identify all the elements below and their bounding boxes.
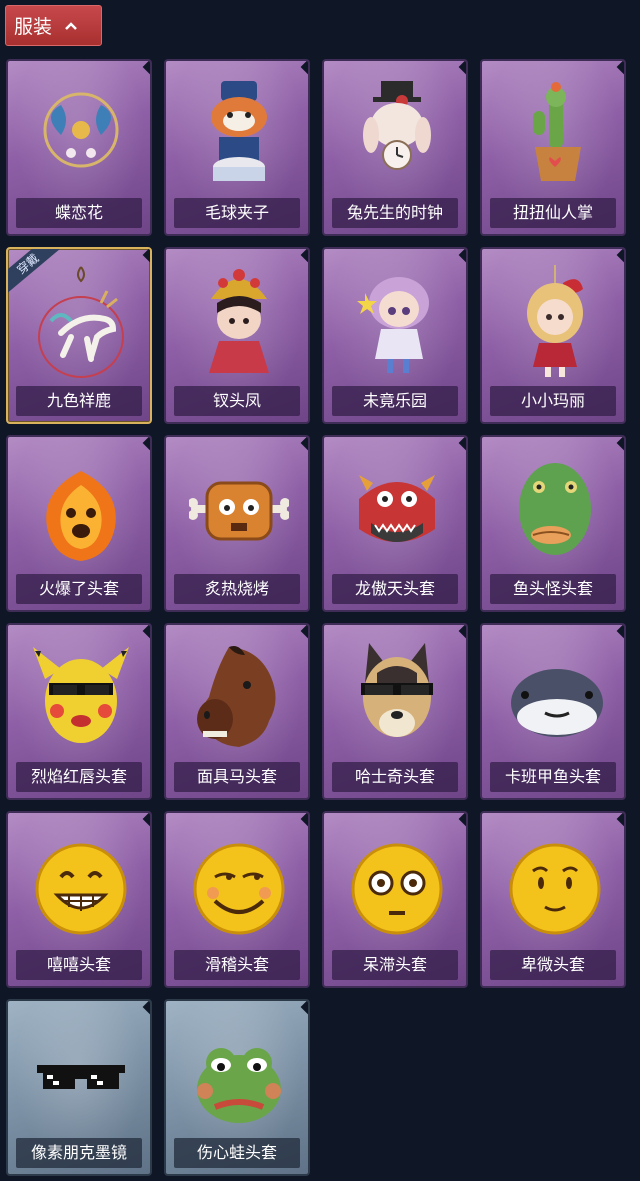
card-corner-notch	[458, 813, 466, 829]
item-label: 钗头凤	[174, 386, 300, 416]
item-card[interactable]: 呆滞头套	[322, 811, 468, 988]
card-corner-notch	[142, 813, 150, 829]
yellow-mouse-mask-icon	[31, 639, 131, 759]
item-label: 火爆了头套	[16, 574, 142, 604]
sad-frog-mask-icon	[189, 1015, 289, 1135]
item-card[interactable]: 哈士奇头套	[322, 623, 468, 800]
fairy-doll-icon	[347, 263, 447, 383]
card-corner-notch	[300, 437, 308, 453]
item-card[interactable]: 火爆了头套	[6, 435, 152, 612]
item-card[interactable]: 烈焰红唇头套	[6, 623, 152, 800]
item-label: 龙傲天头套	[332, 574, 458, 604]
bbq-meat-icon	[188, 451, 290, 571]
butterfly-flower-ornament-icon	[31, 75, 131, 195]
card-corner-notch	[142, 625, 150, 641]
card-corner-notch	[616, 625, 624, 641]
item-label: 像素朋克墨镜	[16, 1138, 142, 1168]
item-card[interactable]: 炙热烧烤	[164, 435, 310, 612]
item-label: 未竟乐园	[332, 386, 458, 416]
dragon-mask-icon	[347, 451, 447, 571]
item-card[interactable]: 扭扭仙人掌	[480, 59, 626, 236]
item-label: 伤心蛙头套	[174, 1138, 300, 1168]
item-label: 呆滞头套	[332, 950, 458, 980]
item-card[interactable]: 未竟乐园	[322, 247, 468, 424]
item-card[interactable]: 嘻嘻头套	[6, 811, 152, 988]
fish-mask-icon	[505, 451, 605, 571]
card-corner-notch	[616, 813, 624, 829]
item-label: 烈焰红唇头套	[16, 762, 142, 792]
item-card[interactable]: 卡班甲鱼头套	[480, 623, 626, 800]
item-label: 嘻嘻头套	[16, 950, 142, 980]
item-card[interactable]: 兔先生的时钟	[322, 59, 468, 236]
humble-emoji-mask-icon	[505, 827, 605, 947]
card-corner-notch	[142, 61, 150, 77]
raccoon-drummer-icon	[189, 75, 289, 195]
item-card[interactable]: 钗头凤	[164, 247, 310, 424]
item-label: 毛球夹子	[174, 198, 300, 228]
card-corner-notch	[616, 61, 624, 77]
card-corner-notch	[300, 61, 308, 77]
item-card[interactable]: 鱼头怪头套	[480, 435, 626, 612]
deer-charm-icon	[31, 263, 131, 383]
costume-tab-label: 服装	[14, 16, 53, 38]
card-corner-notch	[458, 61, 466, 77]
item-label: 炙热烧烤	[174, 574, 300, 604]
item-card[interactable]: 穿戴 九色祥鹿	[6, 247, 152, 424]
husky-mask-icon	[347, 639, 447, 759]
item-label: 小小玛丽	[490, 386, 616, 416]
chevron-up-icon	[65, 21, 77, 30]
item-card[interactable]: 伤心蛙头套	[164, 999, 310, 1176]
item-label: 鱼头怪头套	[490, 574, 616, 604]
card-corner-notch	[616, 249, 624, 265]
card-corner-notch	[142, 1001, 150, 1017]
card-corner-notch	[616, 437, 624, 453]
funny-emoji-mask-icon	[189, 827, 289, 947]
item-card[interactable]: 毛球夹子	[164, 59, 310, 236]
mary-doll-icon	[505, 263, 605, 383]
card-corner-notch	[300, 249, 308, 265]
item-label: 蝶恋花	[16, 198, 142, 228]
card-corner-notch	[142, 249, 150, 265]
item-label: 卡班甲鱼头套	[490, 762, 616, 792]
item-label: 兔先生的时钟	[332, 198, 458, 228]
card-corner-notch	[142, 437, 150, 453]
grin-emoji-mask-icon	[31, 827, 131, 947]
item-card[interactable]: 小小玛丽	[480, 247, 626, 424]
rabbit-clock-icon	[347, 75, 447, 195]
fire-mask-icon	[31, 451, 131, 571]
item-label: 滑稽头套	[174, 950, 300, 980]
card-corner-notch	[458, 249, 466, 265]
card-corner-notch	[458, 625, 466, 641]
item-card[interactable]: 面具马头套	[164, 623, 310, 800]
phoenix-crown-doll-icon	[189, 263, 289, 383]
stunned-emoji-mask-icon	[347, 827, 447, 947]
item-label: 卑微头套	[490, 950, 616, 980]
item-label: 九色祥鹿	[16, 386, 142, 416]
round-fish-mask-icon	[505, 639, 605, 759]
card-corner-notch	[300, 625, 308, 641]
card-corner-notch	[300, 1001, 308, 1017]
card-corner-notch	[458, 437, 466, 453]
card-corner-notch	[300, 813, 308, 829]
item-label: 扭扭仙人掌	[490, 198, 616, 228]
pixel-sunglasses-icon	[31, 1015, 131, 1135]
item-card[interactable]: 像素朋克墨镜	[6, 999, 152, 1176]
item-card[interactable]: 滑稽头套	[164, 811, 310, 988]
item-card[interactable]: 蝶恋花	[6, 59, 152, 236]
costume-tab[interactable]: 服装	[5, 5, 102, 46]
item-card[interactable]: 卑微头套	[480, 811, 626, 988]
item-card[interactable]: 龙傲天头套	[322, 435, 468, 612]
horse-mask-icon	[189, 639, 289, 759]
item-label: 哈士奇头套	[332, 762, 458, 792]
cactus-pot-icon	[505, 75, 605, 195]
item-label: 面具马头套	[174, 762, 300, 792]
